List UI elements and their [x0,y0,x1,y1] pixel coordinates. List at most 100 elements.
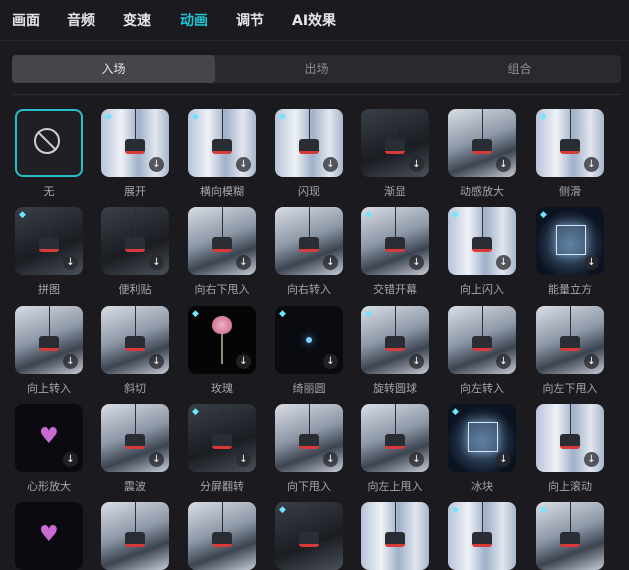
top-tab-bar: 画面 音频 变速 动画 调节 AI效果 [0,0,629,41]
effect-tile[interactable]: ↓ [536,404,604,472]
effect-tile[interactable]: ↓ [448,109,516,177]
diamond-icon: ◆ [192,309,199,319]
gondola-thumbnail [472,532,492,547]
download-icon[interactable]: ↓ [323,354,338,369]
download-icon[interactable]: ↓ [236,354,251,369]
effect-tile[interactable]: ♥ [15,502,83,570]
effect-tile[interactable]: ↓ [361,404,429,472]
download-icon[interactable]: ↓ [409,354,424,369]
download-icon[interactable]: ↓ [584,452,599,467]
download-icon[interactable]: ↓ [63,255,78,270]
effect-tile[interactable]: ♥ ↓ [15,404,83,472]
download-icon[interactable]: ↓ [149,255,164,270]
tab-audio[interactable]: 音频 [67,10,95,30]
gondola-thumbnail [472,336,492,351]
tab-animation[interactable]: 动画 [180,10,208,30]
effect-tile[interactable]: ↓ [361,109,429,177]
effect-tile[interactable]: ◆ ↓ [188,109,256,177]
download-icon[interactable]: ↓ [236,157,251,172]
effect-tile[interactable]: ↓ [15,306,83,374]
effect-tile[interactable]: ◆ [275,502,343,570]
effect-tile[interactable]: ◆ ↓ [536,109,604,177]
effect-tile[interactable]: ◆ ↓ [275,109,343,177]
effect-tile[interactable]: ↓ [101,306,169,374]
download-icon[interactable]: ↓ [584,157,599,172]
download-icon[interactable]: ↓ [149,354,164,369]
download-icon[interactable]: ↓ [409,255,424,270]
effect-tile[interactable]: ◆ ↓ [361,306,429,374]
download-icon[interactable]: ↓ [149,452,164,467]
cable-line [309,502,310,536]
diamond-icon: ◆ [452,505,459,515]
gondola-thumbnail [125,139,145,154]
effect-label: 向左转入 [460,382,504,395]
effect-tile[interactable]: ↓ [448,306,516,374]
cable-line [570,109,571,143]
cable-line [482,207,483,241]
cable-line [570,306,571,340]
effect-tile-none[interactable] [15,109,83,177]
effect-tile[interactable]: ◆ ↓ [536,207,604,275]
effect-label: 向左上甩入 [367,480,423,493]
effect-tile[interactable] [361,502,429,570]
effect-tile[interactable]: ◆ ↓ [448,207,516,275]
effect-tile[interactable]: ↓ [101,207,169,275]
effect-tile[interactable]: ↓ [188,207,256,275]
cable-line [309,109,310,143]
tab-picture[interactable]: 画面 [12,10,40,30]
download-icon[interactable]: ↓ [409,157,424,172]
effect-tile[interactable] [101,502,169,570]
download-icon[interactable]: ↓ [63,452,78,467]
effect-tile[interactable]: ◆ [536,502,604,570]
cable-line [135,306,136,340]
effect-tile[interactable]: ◆ ↓ [448,404,516,472]
sub-tab-in[interactable]: 入场 [12,55,215,83]
effect-tile[interactable]: ◆ ↓ [188,404,256,472]
tab-adjust[interactable]: 调节 [236,10,264,30]
download-icon[interactable]: ↓ [409,452,424,467]
tab-speed[interactable]: 变速 [123,10,151,30]
sub-tab-bar: 入场 出场 组合 [12,55,621,83]
effect-tile[interactable]: ◆ ↓ [15,207,83,275]
effect-label: 冰块 [471,480,493,493]
download-icon[interactable]: ↓ [236,255,251,270]
cable-line [49,207,50,241]
sub-tab-out[interactable]: 出场 [215,55,418,83]
download-icon[interactable]: ↓ [584,354,599,369]
diamond-icon: ◆ [540,505,547,515]
gondola-thumbnail [299,434,319,449]
download-icon[interactable]: ↓ [323,255,338,270]
effect-tile[interactable] [188,502,256,570]
download-icon[interactable]: ↓ [63,354,78,369]
cable-line [222,502,223,536]
cable-line [395,109,396,143]
download-icon[interactable]: ↓ [323,452,338,467]
download-icon[interactable]: ↓ [496,354,511,369]
effect-tile[interactable]: ◆ [448,502,516,570]
ice-cube-thumbnail [468,422,498,452]
tab-ai-effects[interactable]: AI效果 [292,10,336,30]
no-effect-icon [34,128,60,154]
effect-tile[interactable]: ◆ ↓ [101,109,169,177]
effect-tile[interactable]: ↓ [101,404,169,472]
effect-tile[interactable]: ◆ ↓ [361,207,429,275]
effect-tile[interactable]: ↓ [275,207,343,275]
download-icon[interactable]: ↓ [496,452,511,467]
gondola-thumbnail [39,237,59,252]
gondola-thumbnail [212,434,232,449]
effect-tile[interactable]: ◆ ↓ [188,306,256,374]
diamond-icon: ◆ [19,210,26,220]
effect-tile[interactable]: ↓ [536,306,604,374]
download-icon[interactable]: ↓ [496,255,511,270]
download-icon[interactable]: ↓ [584,255,599,270]
download-icon[interactable]: ↓ [236,452,251,467]
download-icon[interactable]: ↓ [149,157,164,172]
cable-line [135,404,136,438]
download-icon[interactable]: ↓ [323,157,338,172]
effect-tile[interactable]: ↓ [275,404,343,472]
effect-label: 绮丽圆 [292,382,326,395]
gondola-thumbnail [560,336,580,351]
effect-tile[interactable]: ◆ ↓ [275,306,343,374]
sub-tab-combo[interactable]: 组合 [418,55,621,83]
download-icon[interactable]: ↓ [496,157,511,172]
